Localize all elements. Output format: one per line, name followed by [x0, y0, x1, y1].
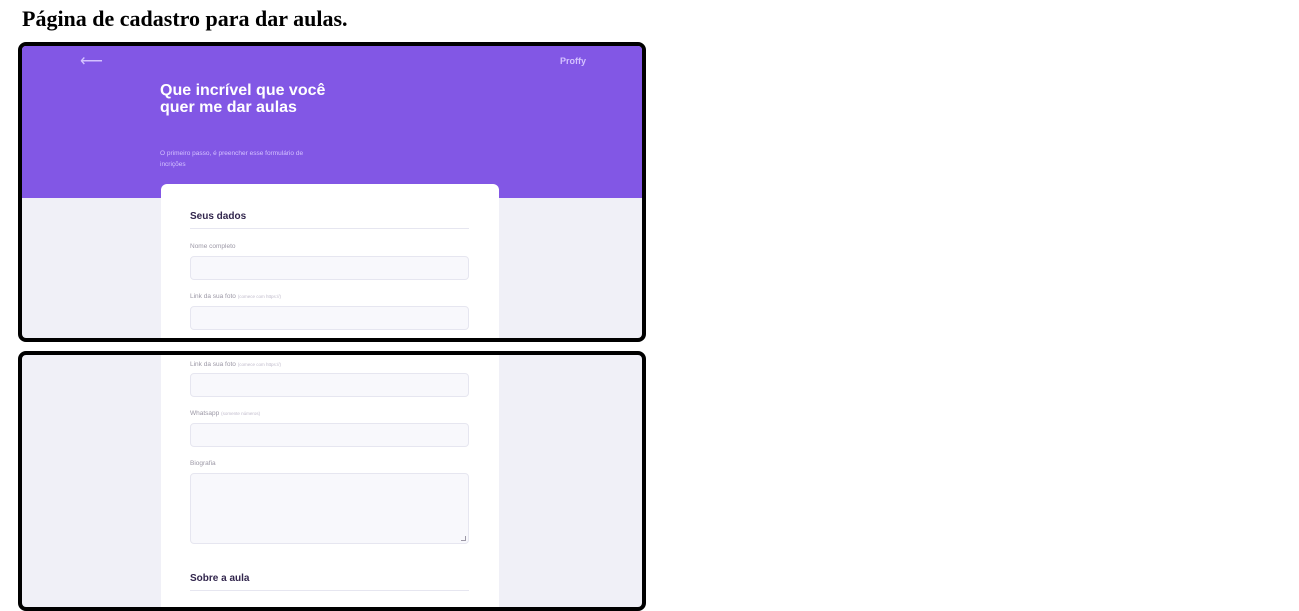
page-header: ⟵ Proffy Que incrível que você quer me d…: [22, 46, 642, 198]
photo-hint: (comece com https://): [237, 362, 281, 367]
photo-label: Link da sua foto (comece com https://): [190, 361, 281, 368]
page-caption: Página de cadastro para dar aulas.: [22, 6, 348, 31]
page-subtitle: O primeiro passo, é preencher esse formu…: [160, 150, 304, 168]
whatsapp-input[interactable]: [190, 423, 469, 447]
bio-textarea[interactable]: [190, 473, 469, 544]
photo-label: Link da sua foto (comece com https://): [190, 293, 281, 300]
photo-label-text: Link da sua foto: [190, 361, 236, 368]
name-label: Nome completo: [190, 243, 236, 250]
whatsapp-hint: (somente números): [221, 411, 261, 416]
name-input[interactable]: [190, 256, 469, 280]
bio-label: Biografia: [190, 460, 216, 467]
section-title-about-class: Sobre a aula: [190, 573, 469, 591]
form-card: Seus dados Nome completo Link da sua fot…: [161, 184, 499, 338]
screenshot-top: ⟵ Proffy Que incrível que você quer me d…: [18, 42, 646, 342]
photo-input[interactable]: [190, 306, 469, 330]
screenshot-bottom: Link da sua foto (comece com https://) W…: [18, 351, 646, 611]
back-arrow-icon[interactable]: ⟵: [80, 54, 103, 70]
photo-label-text: Link da sua foto: [190, 293, 236, 300]
form-card-continued: Link da sua foto (comece com https://) W…: [161, 355, 499, 607]
photo-input[interactable]: [190, 373, 469, 397]
section-title-your-data: Seus dados: [190, 211, 469, 229]
resize-handle-icon[interactable]: [461, 536, 466, 541]
whatsapp-label: Whatsapp (somente números): [190, 410, 260, 417]
brand-logo: Proffy: [559, 56, 586, 66]
page-title: Que incrível que você quer me dar aulas: [160, 82, 326, 116]
whatsapp-label-text: Whatsapp: [190, 410, 220, 417]
photo-hint: (comece com https://): [237, 294, 281, 299]
